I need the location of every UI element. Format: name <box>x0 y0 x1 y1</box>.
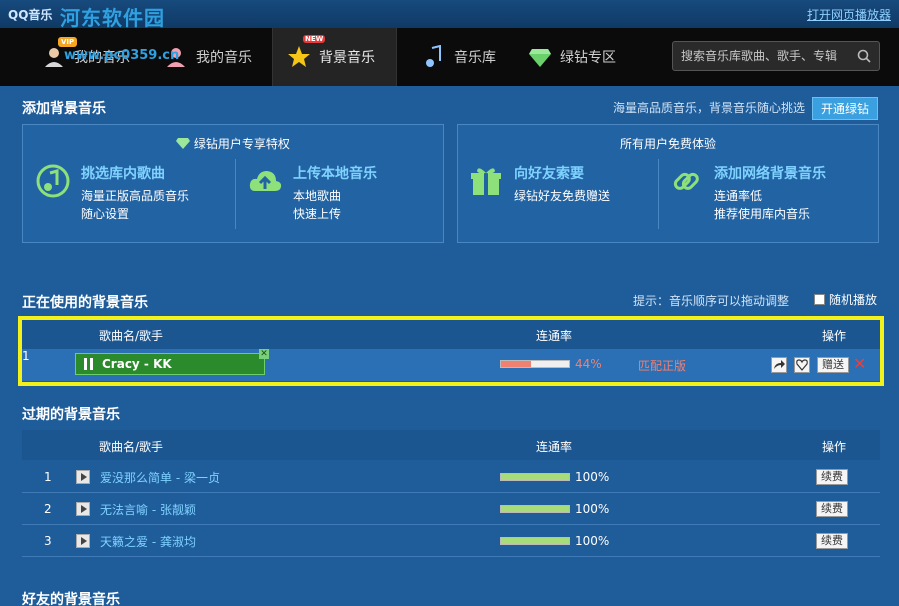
vip-badge: VIP <box>58 37 77 47</box>
search-box[interactable] <box>672 41 880 71</box>
renew-button[interactable]: 续费 <box>816 533 848 549</box>
expired-table-header: 歌曲名/歌手 连通率 操作 <box>22 430 880 460</box>
feature-line: 随心设置 <box>81 205 189 223</box>
friends-title: 好友的背景音乐 <box>22 589 120 606</box>
row-number: 1 <box>44 470 52 484</box>
highlight-frame <box>18 316 884 386</box>
rate-bar <box>500 473 570 481</box>
divider <box>235 159 236 229</box>
shuffle-label: 随机播放 <box>829 291 877 308</box>
table-row[interactable]: 3 天籁之爱 - 龚淑均 100% 续费 <box>22 525 880 557</box>
music-note-icon <box>422 45 446 69</box>
shuffle-checkbox[interactable] <box>814 294 825 305</box>
play-icon[interactable] <box>76 534 90 548</box>
search-icon[interactable] <box>857 49 871 66</box>
rate-percent: 100% <box>575 534 609 548</box>
nav-item-background-music[interactable]: NEW 背景音乐 <box>272 28 397 86</box>
song-name[interactable]: 爱没那么简单 - 梁一贞 <box>100 469 220 486</box>
table-row[interactable]: 2 无法言喻 - 张靓颖 100% 续费 <box>22 493 880 525</box>
diamond-icon <box>528 45 552 69</box>
nav-label: 绿钻专区 <box>560 47 616 67</box>
feature-title: 添加网络背景音乐 <box>714 163 826 183</box>
nav-item-green-diamond[interactable]: 绿钻专区 <box>514 28 630 86</box>
song-name[interactable]: 天籁之爱 - 龚淑均 <box>100 533 196 550</box>
watermark-url: www.pc0359.cn <box>64 48 179 63</box>
nav-label: 我的音乐 <box>196 47 252 67</box>
song-name[interactable]: 无法言喻 - 张靓颖 <box>100 501 196 518</box>
feature-ask-friend[interactable]: 向好友索要 绿钻好友免费赠送 <box>468 163 610 205</box>
add-bg-title: 添加背景音乐 <box>22 98 106 118</box>
divider <box>658 159 659 229</box>
rate-bar <box>500 537 570 545</box>
new-badge: NEW <box>303 35 325 43</box>
play-icon[interactable] <box>76 470 90 484</box>
open-web-player-link[interactable]: 打开网页播放器 <box>807 6 891 23</box>
nav-label: 背景音乐 <box>319 47 375 67</box>
feature-line: 推荐使用库内音乐 <box>714 205 826 223</box>
free-features-card: 所有用户免费体验 向好友索要 绿钻好友免费赠送 添加网络背景音乐 连通率低 推荐… <box>457 124 879 243</box>
feature-add-network[interactable]: 添加网络背景音乐 连通率低 推荐使用库内音乐 <box>668 163 826 223</box>
title-bar: QQ音乐 河东软件园 打开网页播放器 <box>0 0 899 28</box>
feature-pick-library[interactable]: 挑选库内歌曲 海量正版高品质音乐 随心设置 <box>35 163 189 223</box>
rate-percent: 100% <box>575 502 609 516</box>
feature-line: 快速上传 <box>293 205 377 223</box>
renew-button[interactable]: 续费 <box>816 501 848 517</box>
table-row[interactable]: 1 爱没那么简单 - 梁一贞 100% 续费 <box>22 461 880 493</box>
app-title: QQ音乐 <box>8 6 52 23</box>
rate-bar-fill <box>501 474 569 480</box>
feature-line: 绿钻好友免费赠送 <box>514 187 610 205</box>
diamond-icon <box>176 137 190 149</box>
drag-hint: 提示：音乐顺序可以拖动调整 <box>633 292 789 309</box>
expired-title: 过期的背景音乐 <box>22 404 120 424</box>
music-circle-icon <box>35 163 71 199</box>
nav-label: 音乐库 <box>454 47 496 67</box>
in-use-title: 正在使用的背景音乐 <box>22 292 148 312</box>
vip-card-head-text: 绿钻用户专享特权 <box>194 137 290 151</box>
cloud-upload-icon <box>247 163 283 199</box>
open-green-diamond-button[interactable]: 开通绿钻 <box>812 97 878 120</box>
play-icon[interactable] <box>76 502 90 516</box>
feature-title: 挑选库内歌曲 <box>81 163 189 183</box>
col-rate: 连通率 <box>536 438 572 455</box>
link-icon <box>668 163 704 199</box>
user-icon: VIP <box>42 45 66 69</box>
add-bg-hint: 海量高品质音乐，背景音乐随心挑选 <box>613 99 805 116</box>
col-action: 操作 <box>822 438 846 455</box>
nav-item-music-library[interactable]: 音乐库 <box>408 28 510 86</box>
feature-line: 本地歌曲 <box>293 187 377 205</box>
gift-icon <box>468 163 504 199</box>
feature-line: 海量正版高品质音乐 <box>81 187 189 205</box>
feature-title: 向好友索要 <box>514 163 610 183</box>
col-song: 歌曲名/歌手 <box>99 438 163 455</box>
feature-title: 上传本地音乐 <box>293 163 377 183</box>
rate-bar-fill <box>501 506 569 512</box>
search-input[interactable] <box>681 49 851 63</box>
watermark-text: 河东软件园 <box>60 2 165 31</box>
free-card-head: 所有用户免费体验 <box>458 135 878 152</box>
vip-features-card: 绿钻用户专享特权 挑选库内歌曲 海量正版高品质音乐 随心设置 上传本地音乐 本地… <box>22 124 444 243</box>
rate-bar <box>500 505 570 513</box>
feature-upload-local[interactable]: 上传本地音乐 本地歌曲 快速上传 <box>247 163 377 223</box>
shuffle-toggle[interactable]: 随机播放 <box>814 291 877 308</box>
background-music-icon: NEW <box>287 45 311 69</box>
rate-bar-fill <box>501 538 569 544</box>
rate-percent: 100% <box>575 470 609 484</box>
renew-button[interactable]: 续费 <box>816 469 848 485</box>
row-number: 2 <box>44 502 52 516</box>
row-number: 3 <box>44 534 52 548</box>
vip-card-head: 绿钻用户专享特权 <box>23 135 443 152</box>
feature-line: 连通率低 <box>714 187 826 205</box>
